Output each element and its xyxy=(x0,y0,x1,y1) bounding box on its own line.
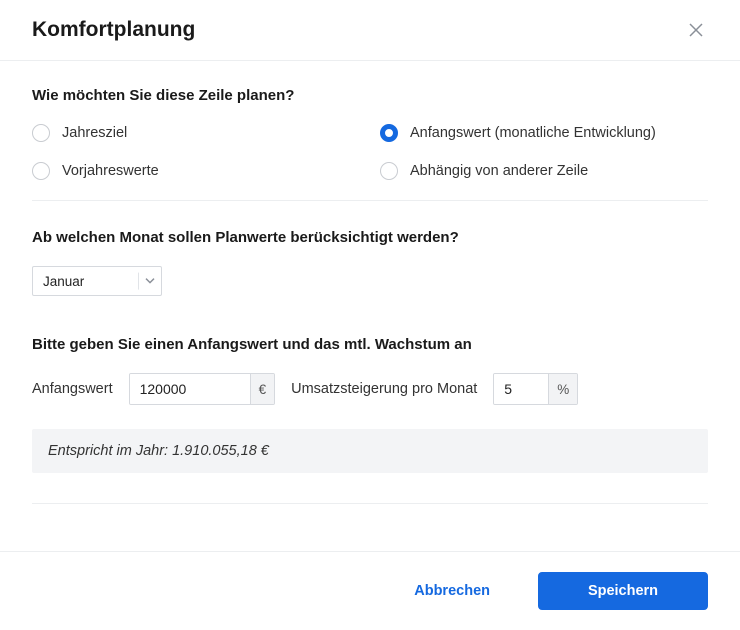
radio-icon xyxy=(380,162,398,180)
plan-type-radio-group: Jahresziel Anfangswert (monatliche Entwi… xyxy=(32,124,708,180)
divider xyxy=(32,200,708,201)
steigerung-input[interactable] xyxy=(494,374,548,404)
radio-abhaengig[interactable]: Abhängig von anderer Zeile xyxy=(380,162,708,180)
dialog-header: Komfortplanung xyxy=(0,0,740,61)
anfangswert-unit: € xyxy=(250,374,275,404)
chevron-down-icon xyxy=(138,273,155,290)
close-button[interactable] xyxy=(684,18,708,42)
start-value-question: Bitte geben Sie einen Anfangswert und da… xyxy=(32,336,708,353)
select-value: Januar xyxy=(43,274,84,289)
dialog-body: Wie möchten Sie diese Zeile planen? Jahr… xyxy=(0,61,740,551)
steigerung-input-group: % xyxy=(493,373,578,405)
close-icon xyxy=(688,22,704,38)
steigerung-unit: % xyxy=(548,374,577,404)
save-button[interactable]: Speichern xyxy=(538,572,708,610)
anfangswert-input-group: € xyxy=(129,373,276,405)
radio-icon xyxy=(380,124,398,142)
radio-label: Vorjahreswerte xyxy=(62,163,159,179)
radio-label: Anfangswert (monatliche Entwicklung) xyxy=(410,125,656,141)
comfort-planning-dialog: Komfortplanung Wie möchten Sie diese Zei… xyxy=(0,0,740,630)
dialog-title: Komfortplanung xyxy=(32,18,195,42)
radio-icon xyxy=(32,124,50,142)
anfangswert-label: Anfangswert xyxy=(32,381,113,397)
radio-label: Abhängig von anderer Zeile xyxy=(410,163,588,179)
start-month-question: Ab welchen Monat sollen Planwerte berück… xyxy=(32,229,708,246)
radio-jahresziel[interactable]: Jahresziel xyxy=(32,124,360,142)
radio-anfangswert[interactable]: Anfangswert (monatliche Entwicklung) xyxy=(380,124,708,142)
cancel-button[interactable]: Abbrechen xyxy=(386,572,518,610)
radio-icon xyxy=(32,162,50,180)
calculated-year-value: Entspricht im Jahr: 1.910.055,18 € xyxy=(32,429,708,473)
anfangswert-input[interactable] xyxy=(130,374,250,404)
divider xyxy=(32,503,708,504)
radio-label: Jahresziel xyxy=(62,125,127,141)
radio-vorjahreswerte[interactable]: Vorjahreswerte xyxy=(32,162,360,180)
dialog-footer: Abbrechen Speichern xyxy=(0,551,740,630)
start-month-select[interactable]: Januar xyxy=(32,266,162,296)
steigerung-label: Umsatzsteigerung pro Monat xyxy=(291,381,477,397)
plan-type-question: Wie möchten Sie diese Zeile planen? xyxy=(32,87,708,104)
start-value-row: Anfangswert € Umsatzsteigerung pro Monat… xyxy=(32,373,708,405)
